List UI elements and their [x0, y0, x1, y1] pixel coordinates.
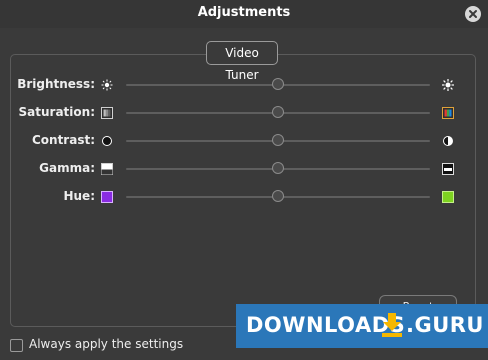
contrast-low-icon: [102, 136, 112, 146]
slider-label-gamma: Gamma:: [39, 161, 95, 175]
slider-label-brightness: Brightness:: [17, 77, 95, 91]
hue-green-icon: [442, 191, 454, 203]
contrast-slider-thumb[interactable]: [272, 134, 284, 146]
title-bar: Adjustments: [0, 0, 488, 28]
saturation-high-icon: [442, 107, 454, 119]
group-title: Video Tuner: [206, 41, 278, 82]
watermark-banner: DOWNLOADS .GURU: [236, 304, 488, 348]
watermark-text-right: .GURU: [406, 313, 484, 337]
contrast-high-icon: [443, 136, 453, 146]
gamma-high-icon: [442, 163, 454, 175]
slider-row-brightness: Brightness:: [0, 75, 488, 95]
always-apply-label: Always apply the settings: [29, 337, 184, 351]
slider-label-contrast: Contrast:: [31, 133, 95, 147]
slider-label-hue: Hue:: [63, 189, 95, 203]
brightness-low-icon: [101, 79, 113, 91]
slider-row-gamma: Gamma:: [0, 159, 488, 179]
slider-row-hue: Hue:: [0, 187, 488, 207]
adjustments-window: Adjustments Video Tuner Brightness: Satu…: [0, 0, 488, 360]
slider-label-saturation: Saturation:: [18, 105, 95, 119]
window-title: Adjustments: [197, 5, 291, 20]
slider-row-contrast: Contrast:: [0, 131, 488, 151]
always-apply-checkbox[interactable]: [10, 339, 23, 352]
saturation-low-icon: [101, 107, 113, 119]
close-button[interactable]: [465, 6, 481, 22]
brightness-slider-thumb[interactable]: [272, 78, 284, 90]
saturation-slider-thumb[interactable]: [272, 106, 284, 118]
close-icon: [469, 10, 477, 18]
hue-purple-icon: [101, 191, 113, 203]
download-arrow-icon: [382, 313, 402, 337]
gamma-low-icon: [101, 163, 113, 175]
hue-slider-thumb[interactable]: [272, 190, 284, 202]
gamma-slider-thumb[interactable]: [272, 162, 284, 174]
brightness-high-icon: [442, 79, 454, 91]
slider-row-saturation: Saturation:: [0, 103, 488, 123]
